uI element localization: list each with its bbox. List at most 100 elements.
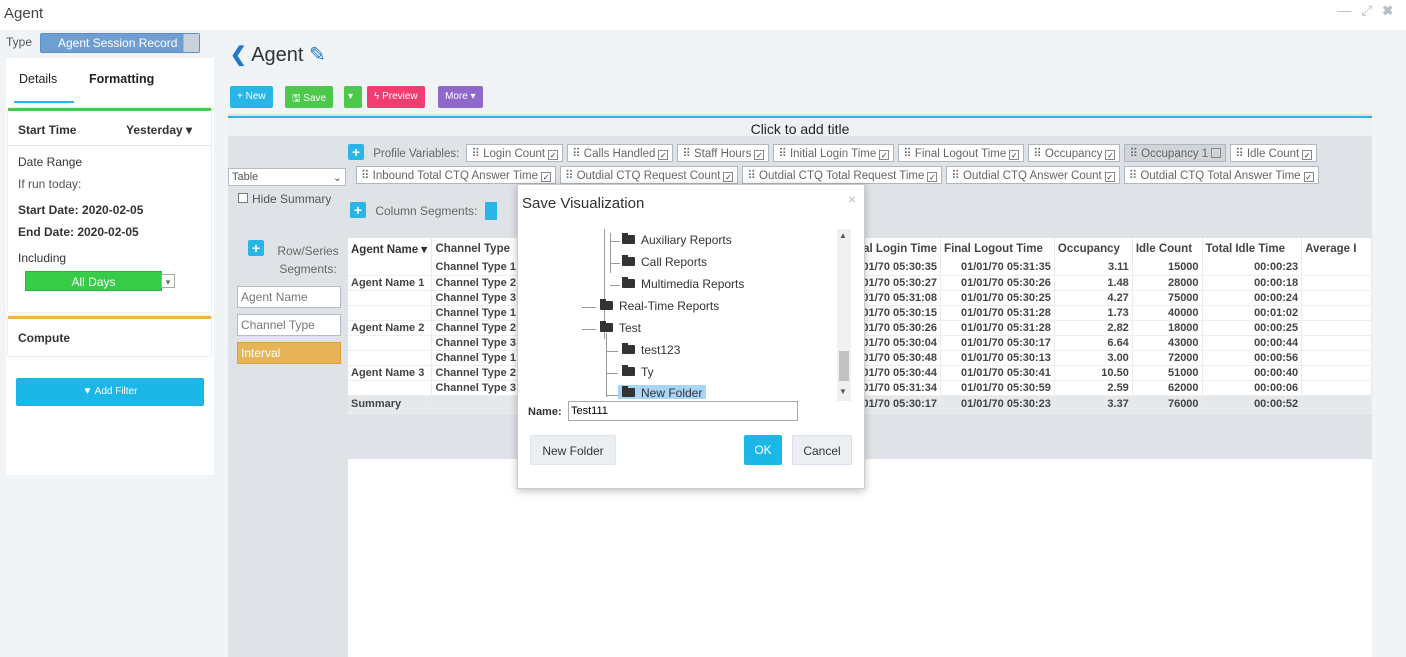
tree-item-real-time-reports[interactable]: Real-Time Reports [600, 299, 719, 313]
drag-handle-icon[interactable]: ⠿ [565, 170, 577, 182]
chevron-down-icon[interactable]: ▾ [161, 274, 175, 288]
checkbox-icon[interactable] [238, 193, 248, 203]
checkbox-icon[interactable]: ✓ [548, 150, 559, 160]
drag-handle-icon[interactable]: ⠿ [747, 170, 759, 182]
compute-card[interactable]: Compute [8, 316, 211, 356]
tree-item-new-folder-selected[interactable]: New Folder [618, 385, 707, 399]
column-header[interactable]: Channel Type [431, 238, 520, 260]
tab-details[interactable]: Details [19, 72, 57, 86]
row-segment-interval[interactable]: Interval [237, 342, 341, 364]
profile-variable-chip[interactable]: ⠿ Outdial CTQ Total Answer Time ✓ [1123, 166, 1319, 184]
new-folder-button[interactable]: New Folder [530, 435, 616, 465]
checkbox-icon[interactable] [1211, 148, 1222, 158]
profile-variable-chip[interactable]: ⠿ Inbound Total CTQ Answer Time ✓ [356, 166, 556, 184]
profile-variable-chip[interactable]: ⠿ Outdial CTQ Request Count ✓ [559, 166, 739, 184]
tree-item-auxiliary-reports[interactable]: Auxiliary Reports [622, 233, 732, 247]
drag-handle-icon[interactable]: ⠿ [1129, 148, 1141, 160]
start-time-label: Start Time [18, 123, 77, 137]
add-profile-variable-icon[interactable]: + [348, 144, 364, 160]
start-time-dropdown[interactable]: Yesterday ▾ [126, 123, 192, 137]
tree-item-call-reports[interactable]: Call Reports [622, 255, 707, 269]
checkbox-icon[interactable]: ✓ [1009, 150, 1020, 160]
drag-handle-icon[interactable]: ⠿ [1033, 148, 1045, 160]
column-header[interactable]: Final Logout Time [940, 238, 1055, 260]
tab-formatting[interactable]: Formatting [89, 72, 154, 86]
column-header[interactable]: Occupancy [1054, 238, 1133, 260]
column-header[interactable]: Idle Count [1132, 238, 1203, 260]
column-header[interactable]: Agent Name ▾ [348, 238, 433, 260]
column-header[interactable]: Average I [1301, 238, 1372, 260]
checkbox-icon[interactable]: ✓ [754, 150, 765, 160]
checkbox-icon[interactable]: ✓ [879, 150, 890, 160]
drag-handle-icon[interactable]: ⠿ [778, 148, 790, 160]
profile-variable-chip[interactable]: ⠿ Calls Handled ✓ [567, 144, 674, 162]
checkbox-icon[interactable]: ✓ [1303, 172, 1314, 182]
drag-handle-icon[interactable]: ⠿ [1129, 170, 1141, 182]
tree-item-ty[interactable]: Ty [622, 365, 654, 379]
row-segment-channel-type[interactable]: Channel Type [237, 314, 341, 336]
chevron-down-icon[interactable] [183, 34, 199, 52]
all-days-select[interactable]: All Days ▾ [25, 271, 175, 291]
checkbox-icon[interactable]: ✓ [658, 150, 669, 160]
scroll-down-icon[interactable]: ▼ [839, 387, 847, 396]
drag-handle-icon[interactable]: ⠿ [572, 148, 584, 160]
add-filter-button[interactable]: ▼ Add Filter [16, 378, 204, 406]
drag-handle-icon[interactable]: ⠿ [361, 170, 373, 182]
preview-button[interactable]: ϟ Preview [367, 86, 425, 108]
profile-variable-chip[interactable]: ⠿ Idle Count ✓ [1230, 144, 1318, 162]
checkbox-icon[interactable]: ✓ [927, 172, 938, 182]
more-button[interactable]: More ▾ [438, 86, 483, 108]
table-cell-empty [1301, 290, 1372, 306]
add-column-segment-icon[interactable]: + [350, 202, 366, 218]
drag-handle-icon[interactable]: ⠿ [1235, 148, 1247, 160]
profile-variable-chip[interactable]: ⠿ Staff Hours ✓ [677, 144, 770, 162]
table-cell-occ: 1.73 [1054, 305, 1133, 321]
profile-variable-chip[interactable]: ⠿ Outdial CTQ Answer Count ✓ [946, 166, 1120, 184]
back-chevron-icon[interactable]: ❮ [230, 44, 247, 66]
checkbox-icon[interactable]: ✓ [1104, 172, 1115, 182]
profile-variable-chip[interactable]: ⠿ Login Count ✓ [466, 144, 564, 162]
type-select[interactable]: Agent Session Record [40, 33, 200, 53]
tree-scrollbar[interactable]: ▲ ▼ [837, 229, 851, 401]
tree-item-test123[interactable]: test123 [622, 343, 680, 357]
scrollbar-thumb[interactable] [839, 351, 849, 381]
checkbox-icon[interactable]: ✓ [1302, 150, 1313, 160]
checkbox-icon[interactable]: ✓ [723, 172, 734, 182]
table-cell-idle-time: 00:00:06 [1202, 380, 1303, 396]
drag-handle-icon[interactable]: ⠿ [471, 148, 483, 160]
save-options-caret[interactable]: ▾ [344, 86, 362, 108]
save-button[interactable]: 🖫 Save [285, 86, 334, 108]
cancel-button[interactable]: Cancel [792, 435, 852, 465]
name-input[interactable] [568, 401, 798, 421]
window-controls[interactable]: — ⤢ ✖ [1337, 2, 1396, 19]
profile-variable-chip[interactable]: ⠿ Initial Login Time ✓ [773, 144, 895, 162]
edit-pencil-icon[interactable]: ✎ [309, 44, 326, 66]
ok-button[interactable]: OK [744, 435, 782, 465]
table-cell-channel: Channel Type 2 [431, 320, 520, 336]
table-cell-empty [1301, 365, 1372, 381]
checkbox-icon[interactable]: ✓ [540, 172, 551, 182]
drag-handle-icon[interactable]: ⠿ [951, 170, 963, 182]
profile-variable-chip[interactable]: ⠿ Occupancy 1 [1124, 144, 1227, 162]
new-button[interactable]: + New [230, 86, 273, 108]
visualization-title[interactable]: Click to add title [228, 116, 1372, 137]
tree-item-test[interactable]: Test [600, 321, 641, 335]
profile-variable-chip[interactable]: ⠿ Final Logout Time ✓ [898, 144, 1025, 162]
display-type-select[interactable]: Table ⌄ [228, 168, 346, 186]
scroll-up-icon[interactable]: ▲ [839, 231, 847, 240]
table-cell-channel: Channel Type 3 [431, 335, 520, 351]
drag-handle-icon[interactable]: ⠿ [682, 148, 694, 160]
profile-variable-chip[interactable]: ⠿ Outdial CTQ Total Request Time ✓ [742, 166, 943, 184]
column-header[interactable]: Total Idle Time [1202, 238, 1303, 260]
column-segment-chip[interactable] [484, 202, 497, 220]
hide-summary-checkbox[interactable]: Hide Summary [238, 192, 331, 206]
add-row-segment-icon[interactable]: + [248, 240, 264, 256]
drag-handle-icon[interactable]: ⠿ [903, 148, 915, 160]
checkbox-icon[interactable]: ✓ [1105, 150, 1116, 160]
row-segment-agent-name[interactable]: Agent Name [237, 286, 341, 308]
table-cell-channel: Channel Type 1 [431, 305, 520, 321]
start-date: Start Date: 2020-02-05 [18, 203, 144, 217]
tree-item-multimedia-reports[interactable]: Multimedia Reports [622, 277, 744, 291]
profile-variable-chip[interactable]: ⠿ Occupancy ✓ [1028, 144, 1121, 162]
close-icon[interactable]: × [848, 191, 856, 207]
